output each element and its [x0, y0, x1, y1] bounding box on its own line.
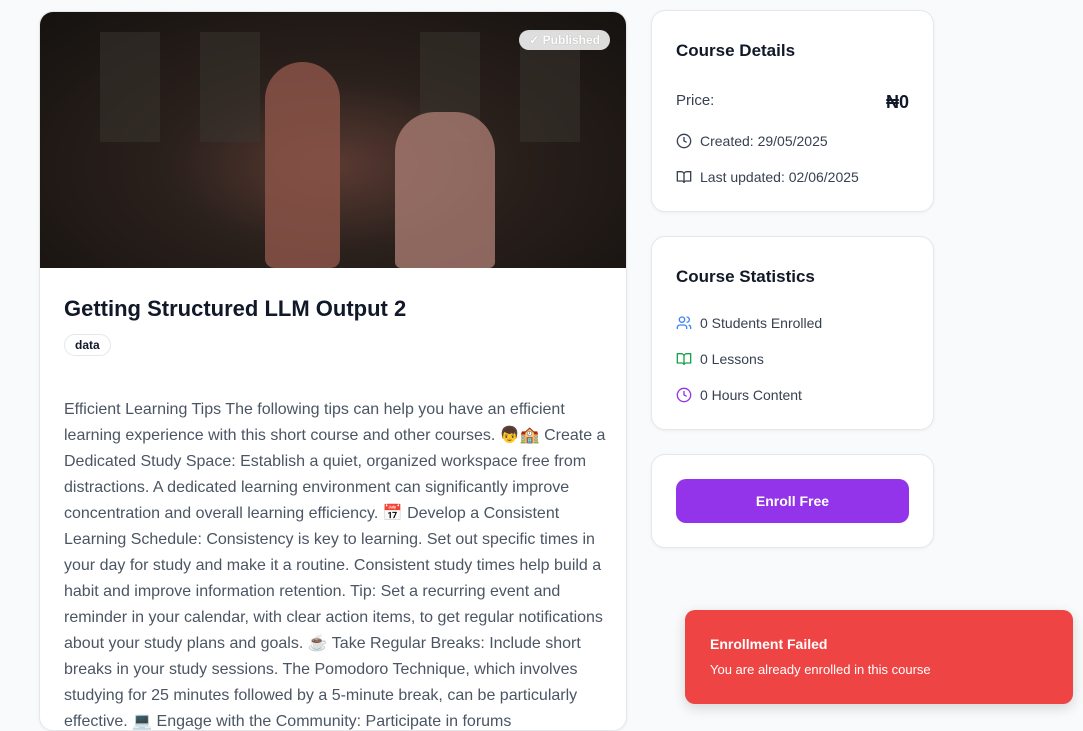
course-tag: data: [64, 334, 111, 356]
stats-heading: Course Statistics: [676, 267, 815, 286]
created-row: Created: 29/05/2025: [676, 133, 828, 149]
toast-message: You are already enrolled in this course: [710, 662, 931, 677]
course-details-card: Course Details Price: ₦0 Created: 29/05/…: [651, 10, 934, 212]
enroll-button[interactable]: Enroll Free: [676, 479, 909, 523]
course-cover-image: ✓ Published: [40, 12, 626, 268]
book-open-icon: [676, 353, 692, 366]
error-toast[interactable]: Enrollment Failed You are already enroll…: [685, 610, 1073, 704]
book-open-icon: [676, 171, 692, 184]
price-value: ₦0: [885, 92, 909, 112]
enroll-card: Enroll Free: [651, 454, 934, 548]
clock-icon: [676, 133, 692, 149]
hours-row: 0 Hours Content: [676, 387, 802, 403]
course-description: Efficient Learning Tips The following ti…: [64, 401, 606, 730]
clock-icon: [676, 387, 692, 403]
created-date: Created: 29/05/2025: [700, 133, 828, 149]
lessons-row: 0 Lessons: [676, 351, 764, 367]
lessons-count: 0 Lessons: [700, 351, 764, 367]
price-label: Price:: [676, 92, 715, 109]
published-badge: ✓ Published: [519, 30, 610, 50]
course-statistics-card: Course Statistics 0 Students Enrolled 0 …: [651, 236, 934, 430]
students-count: 0 Students Enrolled: [700, 315, 823, 331]
course-title: Getting Structured LLM Output 2: [64, 296, 407, 321]
details-heading: Course Details: [676, 41, 796, 60]
updated-row: Last updated: 02/06/2025: [676, 169, 859, 185]
students-row: 0 Students Enrolled: [676, 315, 822, 331]
toast-title: Enrollment Failed: [710, 636, 828, 652]
users-icon: [676, 316, 692, 329]
updated-date: Last updated: 02/06/2025: [700, 169, 859, 185]
hours-count: 0 Hours Content: [700, 387, 802, 403]
course-card: ✓ Published Getting Structured LLM Outpu…: [39, 11, 627, 731]
